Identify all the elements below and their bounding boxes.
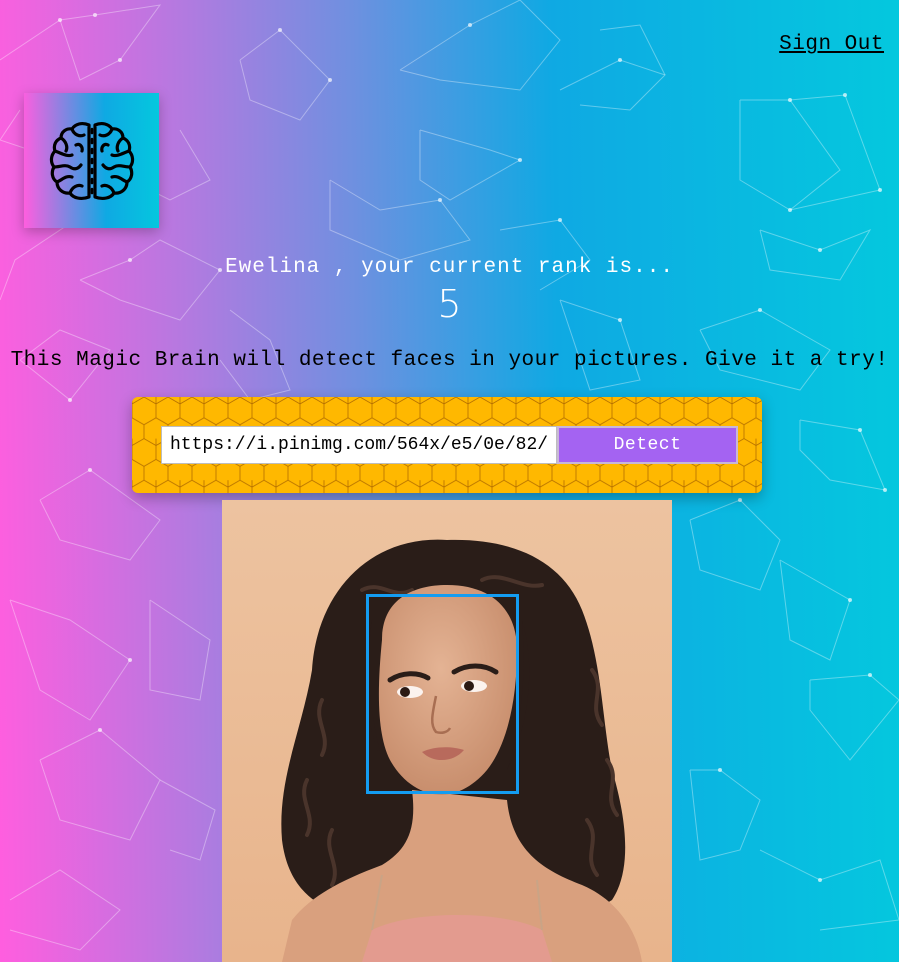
brain-icon [49,121,134,200]
sign-out-link[interactable]: Sign Out [779,33,884,56]
logo-card [24,93,159,228]
app-tagline: This Magic Brain will detect faces in yo… [10,349,889,372]
rank-message: Ewelina , your current rank is... [225,256,674,279]
image-url-input[interactable] [161,426,557,464]
rank-number: 5 [437,282,462,326]
input-image [222,500,672,962]
image-link-form: Detect [132,397,762,493]
face-bounding-box [366,594,519,794]
detect-button[interactable]: Detect [557,426,738,464]
